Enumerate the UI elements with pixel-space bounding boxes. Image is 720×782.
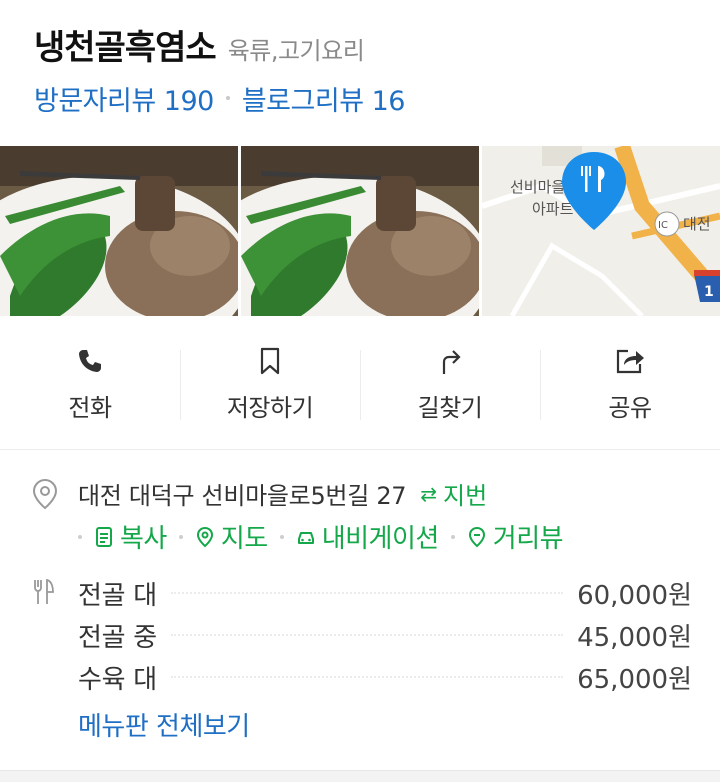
menu-item-price: 45,000원	[577, 622, 692, 653]
photo-strip: 선비마을 아파트 IC 대전 1	[0, 146, 720, 316]
menu-leader	[170, 592, 564, 594]
map-label-village: 선비마을	[510, 178, 565, 196]
map-button[interactable]: 지도	[195, 518, 268, 555]
map-label: 지도	[220, 524, 268, 554]
menu-item-name: 전골 중	[78, 622, 157, 653]
phone-icon	[73, 344, 107, 378]
menu-item: 전골 중 45,000원	[78, 614, 692, 656]
view-full-menu-link[interactable]: 메뉴판 전체보기	[78, 706, 250, 743]
menu-item: 전골 대 60,000원	[78, 572, 692, 614]
dot-separator	[78, 534, 82, 539]
address-text: 대전 대덕구 선비마을로5번길 27	[78, 482, 407, 510]
navigation-label: 내비게이션	[321, 524, 440, 554]
map-route-number: 1	[704, 284, 714, 300]
jibun-toggle[interactable]: ⇄ 지번	[420, 476, 487, 511]
bookmark-icon	[253, 344, 287, 378]
share-button[interactable]: 공유	[540, 318, 720, 449]
streetview-icon	[467, 526, 487, 548]
dot-separator	[450, 534, 455, 539]
menu-item: 수육 대 65,000원	[78, 656, 692, 698]
location-pin-icon	[32, 478, 60, 510]
place-title: 냉천골흑염소	[34, 28, 217, 68]
call-label: 전화	[68, 394, 112, 422]
blog-reviews-link[interactable]: 블로그리뷰 16	[242, 79, 406, 118]
dot-separator	[279, 534, 284, 539]
streetview-button[interactable]: 거리뷰	[467, 518, 564, 555]
save-label: 저장하기	[226, 394, 314, 422]
directions-button[interactable]: 길찾기	[360, 318, 540, 449]
title-row: 냉천골흑염소 육류,고기요리	[34, 20, 694, 70]
directions-icon	[433, 344, 467, 378]
copy-label: 복사	[120, 524, 167, 554]
review-separator	[225, 96, 230, 100]
directions-label: 길찾기	[417, 394, 483, 422]
map-thumbnail[interactable]: 선비마을 아파트 IC 대전 1	[482, 146, 720, 316]
menu-item-price: 65,000원	[577, 664, 692, 695]
food-photo-2[interactable]	[241, 146, 479, 316]
menu-leader	[170, 676, 564, 678]
car-icon	[296, 526, 316, 548]
call-button[interactable]: 전화	[0, 318, 180, 449]
review-row: 방문자리뷰 190 블로그리뷰 16	[34, 78, 694, 118]
share-icon	[613, 344, 647, 378]
copy-address-button[interactable]: 복사	[94, 518, 167, 555]
save-button[interactable]: 저장하기	[180, 318, 360, 449]
menu-item-price: 60,000원	[577, 580, 692, 611]
dot-separator	[178, 534, 183, 539]
action-bar: 전화 저장하기 길찾기 공유	[0, 318, 720, 450]
fork-knife-icon	[32, 578, 58, 606]
visitor-reviews-link[interactable]: 방문자리뷰 190	[34, 79, 214, 118]
streetview-label: 거리뷰	[492, 524, 564, 554]
food-photo-1[interactable]	[0, 146, 238, 316]
menu-leader	[170, 634, 564, 636]
map-label-apt: 아파트	[532, 200, 574, 218]
place-header: 냉천골흑염소 육류,고기요리 방문자리뷰 190 블로그리뷰 16	[34, 20, 694, 120]
map-ic-name: 대전	[683, 215, 711, 233]
address-row: 대전 대덕구 선비마을로5번길 27 ⇄ 지번	[32, 476, 692, 511]
map-ic-badge: IC	[658, 220, 668, 231]
jibun-label: 지번	[443, 482, 488, 510]
navigation-button[interactable]: 내비게이션	[296, 518, 439, 555]
menu-item-name: 전골 대	[78, 580, 157, 611]
section-divider	[0, 770, 720, 782]
place-category: 육류,고기요리	[227, 37, 365, 65]
address-actions: 복사 지도 내비게이션 거리뷰	[78, 518, 564, 555]
share-label: 공유	[608, 394, 652, 422]
menu-item-name: 수육 대	[78, 664, 157, 695]
copy-icon	[94, 526, 114, 548]
swap-icon: ⇄	[420, 481, 438, 506]
map-pin-icon	[195, 526, 215, 548]
